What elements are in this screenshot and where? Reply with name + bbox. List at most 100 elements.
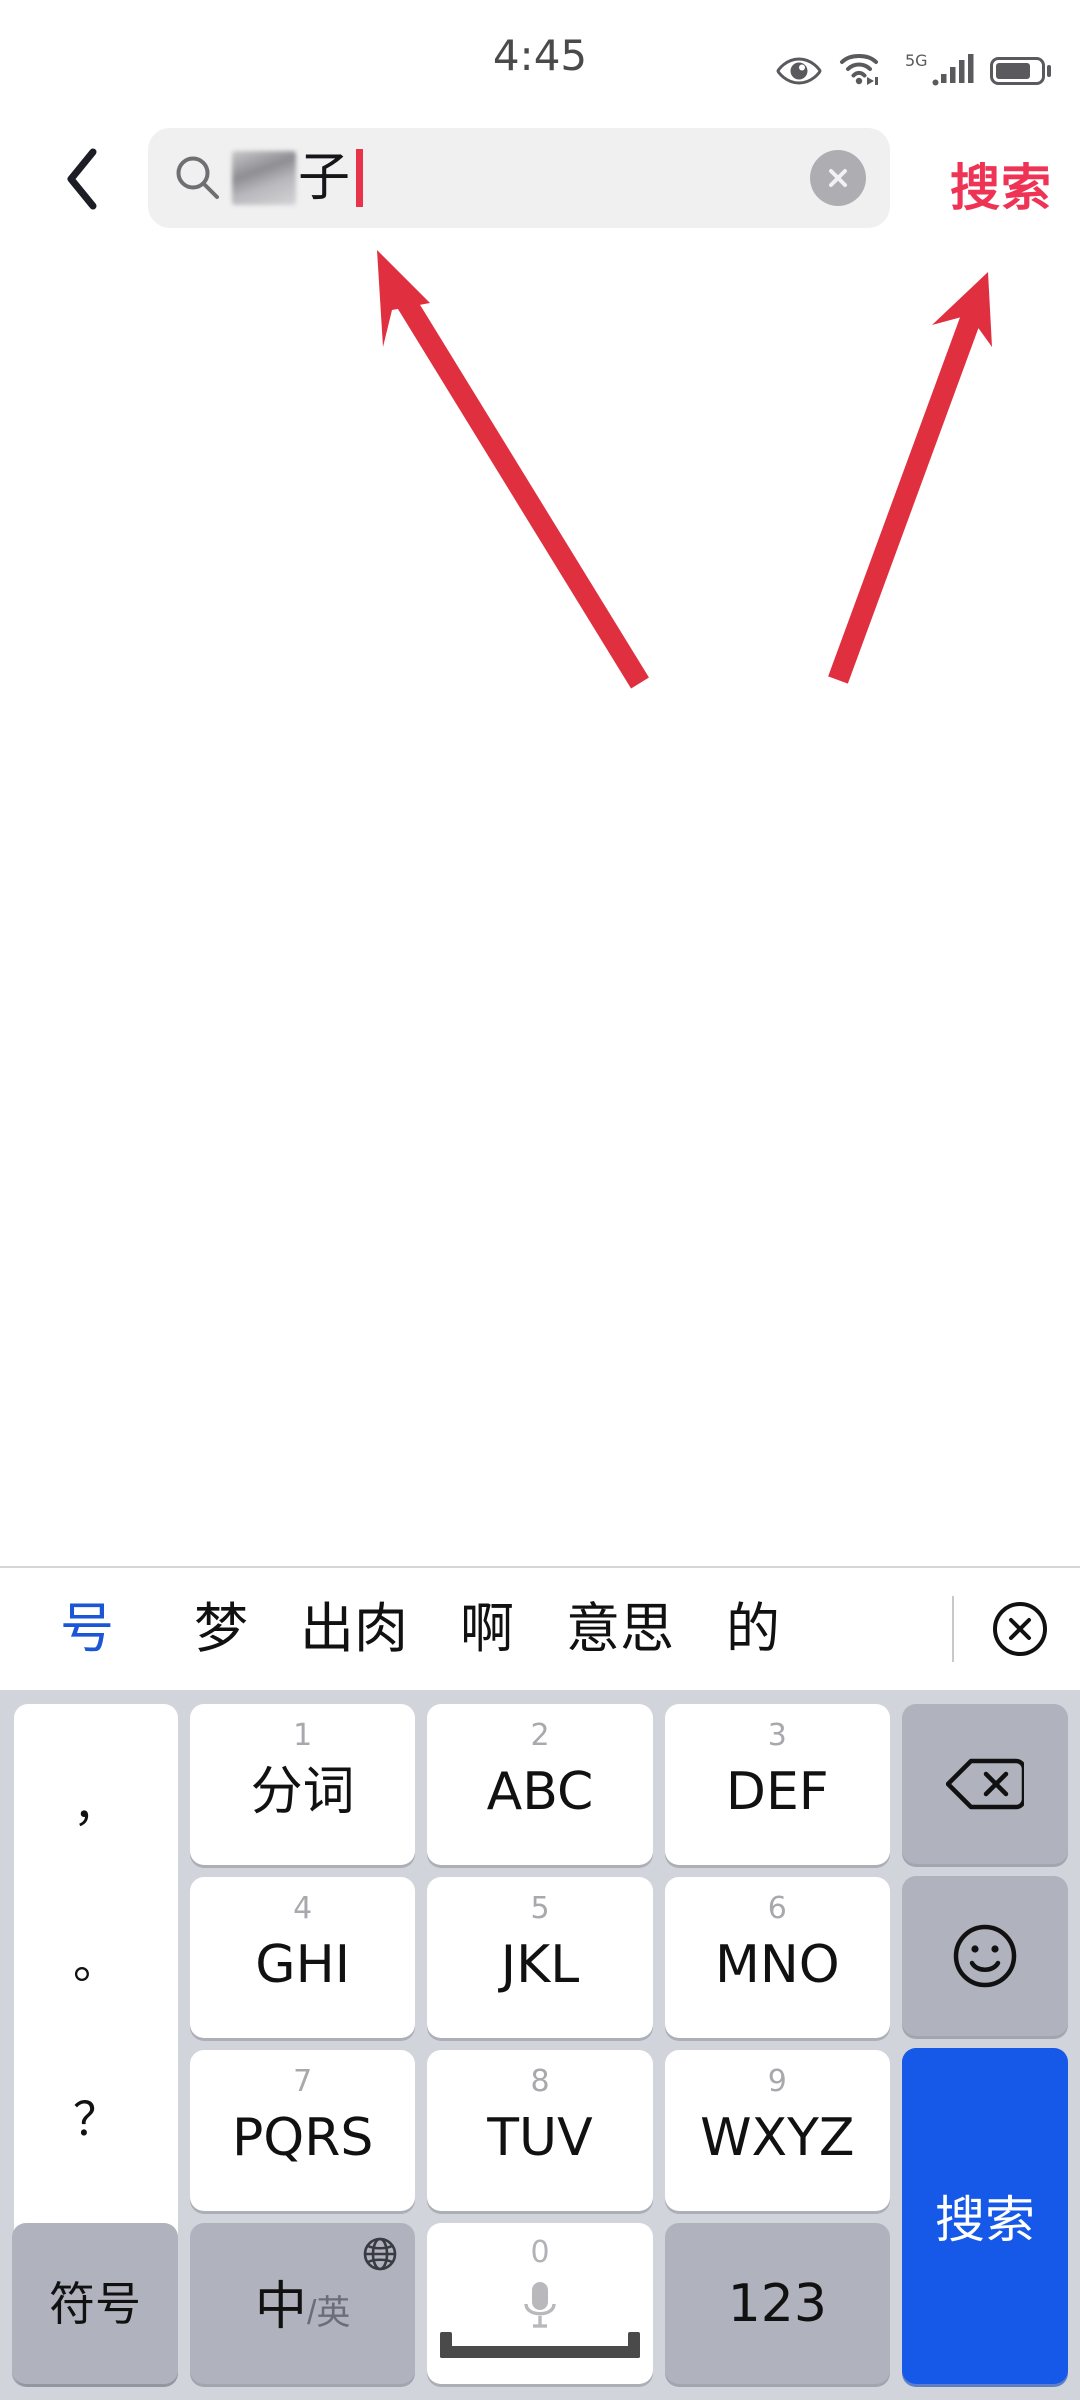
key-label: 123	[727, 2273, 827, 2334]
key-6-mno[interactable]: 6 MNO	[664, 1877, 890, 2038]
eye-care-icon	[776, 57, 822, 85]
search-header: 子 搜索	[0, 118, 1080, 236]
redacted-query-char	[232, 151, 296, 205]
close-circle-icon	[829, 169, 847, 187]
key-sublabel: /英	[306, 2294, 351, 2332]
search-input[interactable]: 子	[148, 128, 890, 228]
space-key[interactable]: 0	[427, 2223, 653, 2384]
key-label: 搜索	[935, 2191, 1035, 2249]
space-bar-indicator	[439, 2332, 640, 2358]
keyboard-row-1: 1 分词 2 ABC 3 DEF	[184, 1698, 896, 1871]
backspace-icon	[946, 1758, 1024, 1810]
chevron-left-icon	[67, 148, 97, 210]
status-bar-time: 4:45	[492, 30, 588, 80]
search-input-text: 子	[232, 128, 810, 228]
key-number: 9	[767, 2064, 787, 2099]
candidate-bar: 号 梦 出肉 啊 意思 的	[0, 1566, 1080, 1690]
search-icon	[176, 156, 219, 199]
keyboard-cell: 搜索	[896, 2042, 1074, 2390]
keyboard-cell	[896, 1698, 1074, 1870]
key-7-pqrs[interactable]: 7 PQRS	[190, 2050, 416, 2211]
key-label: JKL	[500, 1934, 580, 1995]
keyboard-cell: 123	[659, 2217, 896, 2390]
key-label: TUV	[487, 2107, 593, 2168]
key-label: WXYZ	[700, 2107, 855, 2168]
candidate-item-3[interactable]: 啊	[434, 1602, 540, 1656]
key-8-tuv[interactable]: 8 TUV	[427, 2050, 653, 2211]
key-3-def[interactable]: 3 DEF	[664, 1704, 890, 1865]
keyboard-cell: 符号	[6, 2217, 184, 2390]
keyboard-cell: 0	[421, 2217, 658, 2390]
emoji-key[interactable]	[902, 1876, 1068, 2036]
key-number: 5	[530, 1891, 550, 1926]
keyboard-cell: 中 /英	[184, 2217, 421, 2390]
clear-search-button[interactable]	[810, 150, 866, 206]
status-bar: 4:45 5G	[0, 0, 1080, 110]
key-number: 2	[530, 1718, 550, 1753]
close-circle-outline-icon	[993, 1602, 1047, 1656]
search-enter-key[interactable]: 搜索	[902, 2048, 1068, 2384]
keyboard: ， 。 ？ ！ 1 分词 2 ABC 3	[0, 1690, 1080, 2400]
key-label: GHI	[255, 1934, 351, 1995]
candidate-item-1[interactable]: 梦	[168, 1602, 274, 1656]
key-4-ghi[interactable]: 4 GHI	[190, 1877, 416, 2038]
candidate-item-2[interactable]: 出肉	[274, 1602, 434, 1656]
key-label: 分词	[250, 1761, 355, 1822]
key-number: 1	[293, 1718, 313, 1753]
language-toggle-key[interactable]: 中 /英	[190, 2223, 416, 2384]
search-query-text: 子	[298, 148, 351, 208]
key-2-abc[interactable]: 2 ABC	[427, 1704, 653, 1865]
keyboard-cell: 1 分词	[184, 1698, 421, 1871]
numeric-key[interactable]: 123	[664, 2223, 890, 2384]
keyboard-cell: 9 WXYZ	[659, 2044, 896, 2217]
text-cursor	[356, 149, 364, 207]
key-label: ABC	[486, 1761, 594, 1822]
key-label: 中	[254, 2277, 307, 2337]
svg-text:5G: 5G	[905, 51, 928, 70]
keyboard-cell	[896, 1870, 1074, 2042]
search-submit-button[interactable]: 搜索	[950, 148, 1052, 220]
battery-icon	[990, 57, 1051, 85]
cellular-group: 5G	[904, 50, 974, 86]
key-number: 3	[767, 1718, 787, 1753]
key-number: 6	[767, 1891, 787, 1926]
key-number: 4	[293, 1891, 313, 1926]
candidate-item-4[interactable]: 意思	[540, 1602, 700, 1656]
keyboard-right-column: 搜索	[896, 1698, 1074, 2390]
keyboard-cell: 5 JKL	[421, 1871, 658, 2044]
keyboard-function-row: 符号 中 /英 0 123	[12, 2217, 896, 2390]
punct-period: 。	[73, 1934, 119, 1989]
back-button[interactable]	[48, 144, 118, 214]
backspace-key[interactable]	[902, 1704, 1068, 1864]
microphone-icon	[524, 2281, 556, 2328]
key-number: 7	[293, 2064, 313, 2099]
symbols-key[interactable]: 符号	[12, 2223, 178, 2384]
key-number: 0	[530, 2235, 550, 2270]
key-label: DEF	[725, 1761, 829, 1822]
key-9-wxyz[interactable]: 9 WXYZ	[664, 2050, 890, 2211]
keyboard-cell: 7 PQRS	[184, 2044, 421, 2217]
keyboard-cell: 6 MNO	[659, 1871, 896, 2044]
key-5-jkl[interactable]: 5 JKL	[427, 1877, 653, 2038]
keyboard-cell: 3 DEF	[659, 1698, 896, 1871]
key-1-fenci[interactable]: 1 分词	[190, 1704, 416, 1865]
close-keyboard-button[interactable]	[960, 1567, 1080, 1691]
keyboard-main-grid: 1 分词 2 ABC 3 DEF 4 GHI 5 JKL 6 MNO 7 PQR…	[12, 1698, 896, 2390]
candidate-item-5[interactable]: 的	[700, 1602, 806, 1656]
wifi-icon	[840, 54, 878, 85]
keyboard-row-3: 7 PQRS 8 TUV 9 WXYZ	[184, 2044, 896, 2217]
candidate-divider	[952, 1596, 954, 1662]
punct-comma: ，	[73, 1777, 119, 1832]
content-area	[0, 236, 1080, 1566]
punct-question: ？	[73, 2091, 119, 2146]
signal-bars-icon	[932, 54, 974, 86]
key-label: MNO	[714, 1934, 840, 1995]
keyboard-cell: 2 ABC	[421, 1698, 658, 1871]
key-label: PQRS	[231, 2107, 374, 2168]
candidate-list: 号 梦 出肉 啊 意思 的	[0, 1568, 946, 1690]
globe-icon	[364, 2237, 397, 2271]
keyboard-cell: 8 TUV	[421, 2044, 658, 2217]
keyboard-row-2: 4 GHI 5 JKL 6 MNO	[184, 1871, 896, 2044]
candidate-item-0[interactable]: 号	[46, 1602, 168, 1656]
status-bar-icons: 5G	[776, 50, 1052, 86]
